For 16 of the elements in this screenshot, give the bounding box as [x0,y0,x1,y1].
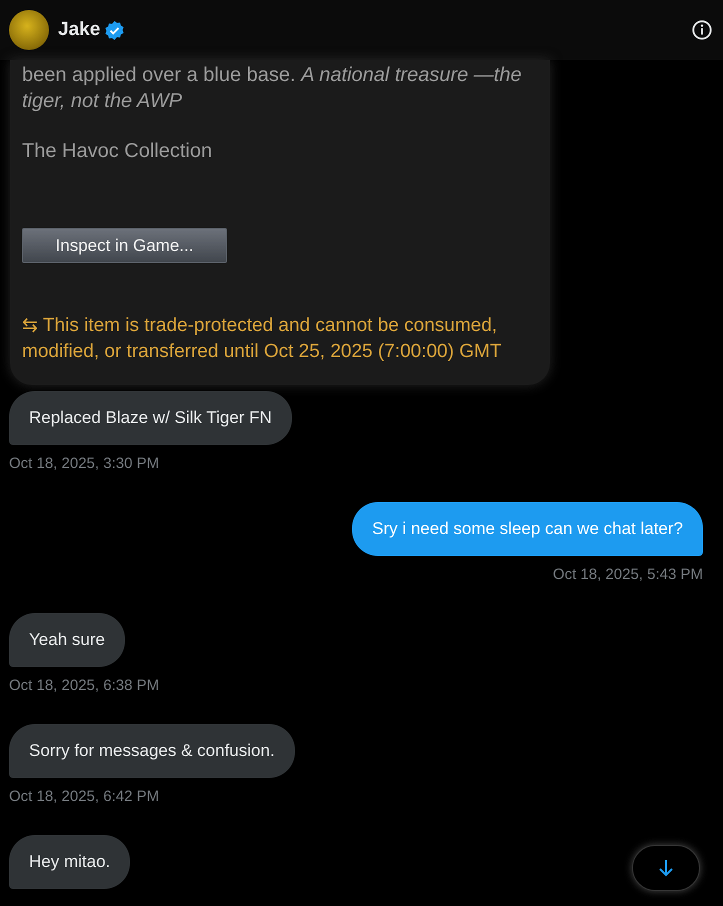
message-bubble: Sorry for messages & confusion. [9,724,295,778]
item-description: been applied over a blue base. A national treasure —the tiger, not the AWP [22,63,523,114]
message-bubble: Yeah sure [9,613,125,667]
message-time: Oct 18, 2025, 6:38 PM [9,677,160,694]
message-bubble: Sry i need some sleep can we chat later? [352,502,703,556]
message-bubble: Hey mitao. [9,835,130,889]
inspect-button[interactable]: Inspect in Game... [22,228,227,263]
trade-warning: ⇆ This item is trade-protected and cannot be consumed, modified, or transferred until Oct 25, 2025 (7:00:00) GMT [22,314,502,364]
message-bubble: Replaced Blaze w/ Silk Tiger FN [9,391,292,445]
message-time: Oct 18, 2025, 5:43 PM [552,566,703,583]
info-icon[interactable] [691,19,713,41]
contact-name: Jake [58,19,100,41]
message-time: Oct 18, 2025, 6:42 PM [9,788,160,805]
collection-name: The Havoc Collection [22,139,214,164]
avatar[interactable] [9,10,49,50]
message-time: Oct 18, 2025, 3:30 PM [9,455,160,472]
